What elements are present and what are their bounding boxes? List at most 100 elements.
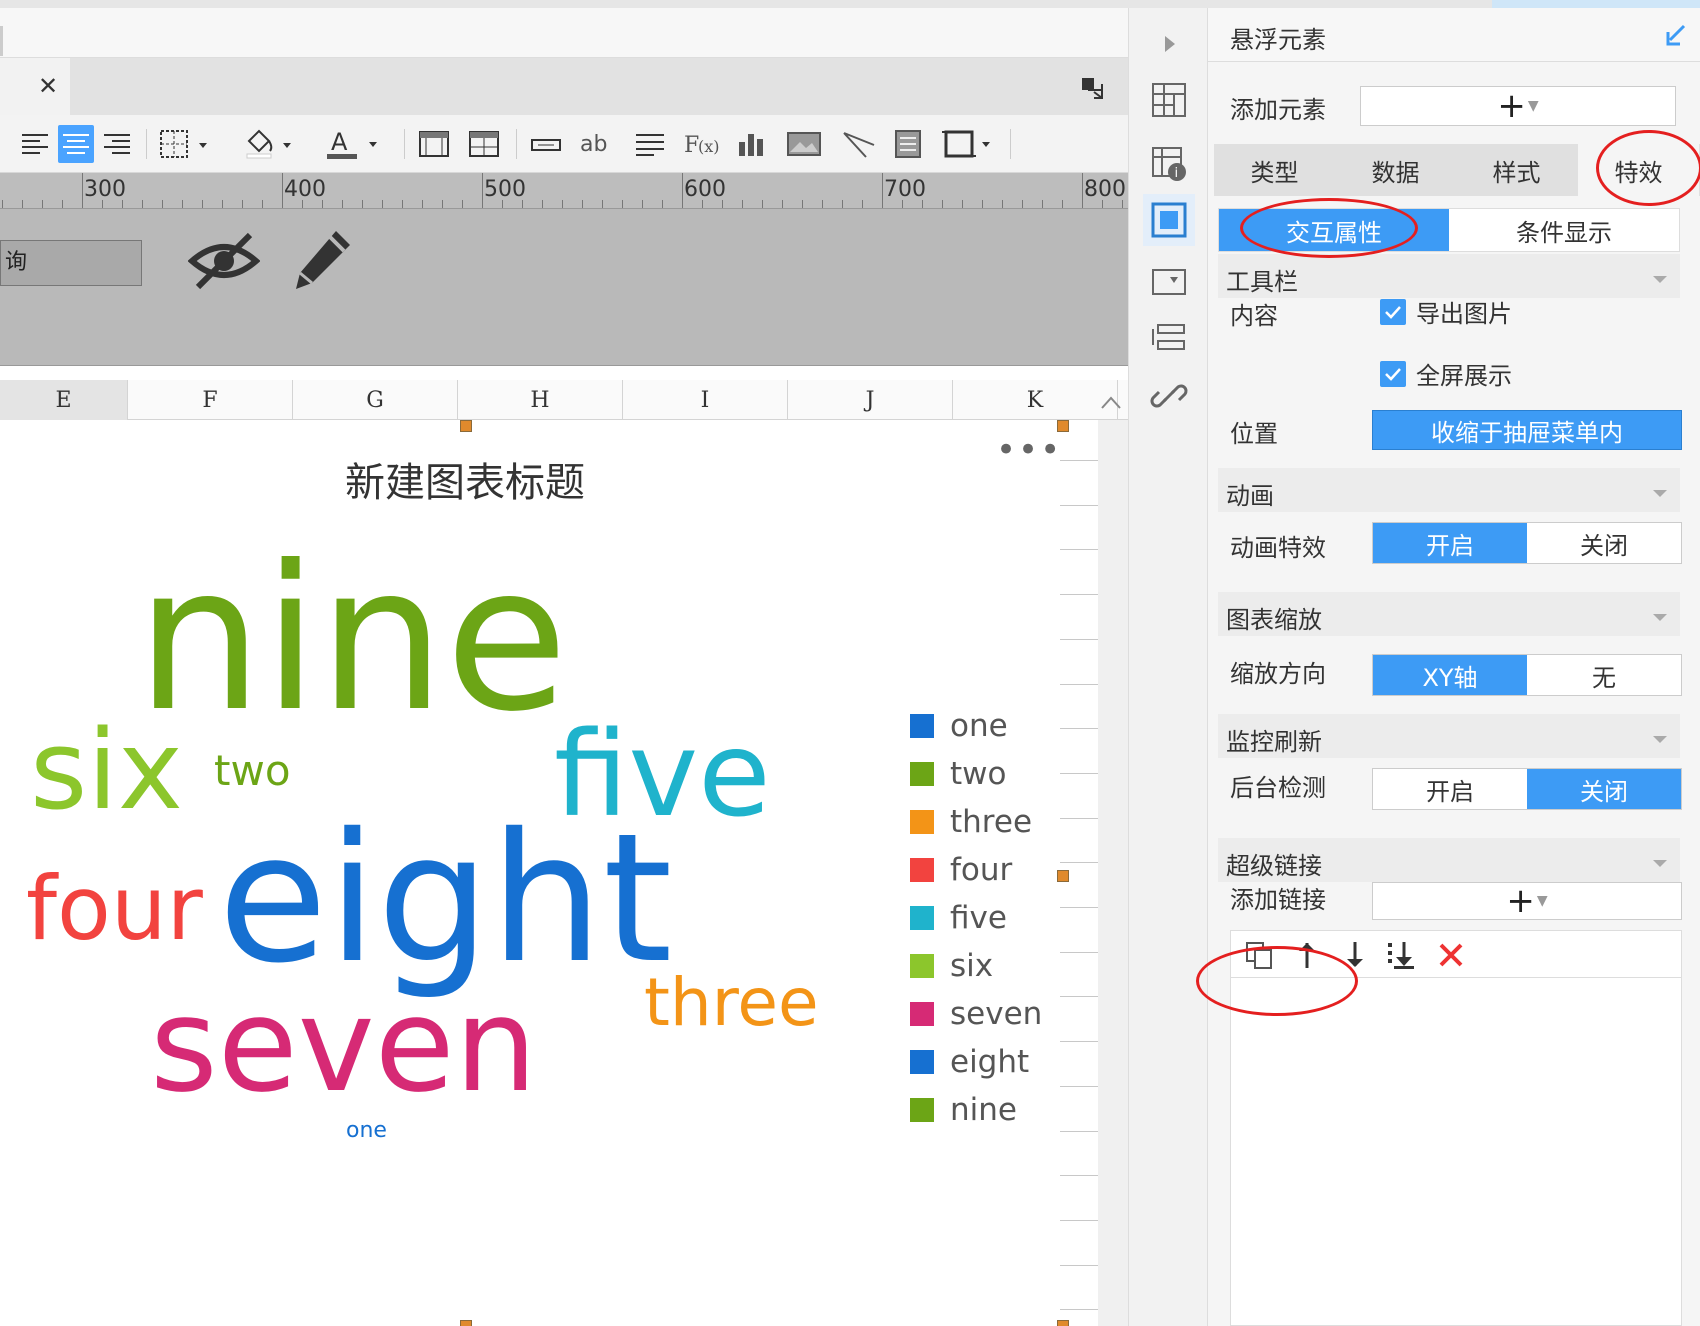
section-animation[interactable]: 动画 bbox=[1218, 468, 1680, 512]
column-header-g[interactable]: G bbox=[293, 380, 458, 420]
floating-element-icon[interactable] bbox=[1143, 194, 1195, 246]
background-check-on-option[interactable]: 开启 bbox=[1373, 769, 1527, 809]
move-up-icon[interactable] bbox=[1291, 939, 1323, 971]
section-toolbar[interactable]: 工具栏 bbox=[1218, 254, 1680, 298]
tab-type[interactable]: 类型 bbox=[1214, 144, 1335, 196]
legend-swatch bbox=[910, 714, 934, 738]
position-label: 位置 bbox=[1230, 420, 1278, 448]
layout-list-icon[interactable] bbox=[1143, 312, 1195, 364]
legend-item[interactable]: two bbox=[910, 754, 1006, 794]
resize-handle[interactable] bbox=[1057, 1320, 1069, 1326]
word-nine: nine bbox=[136, 523, 569, 756]
chart-title: 新建图表标题 bbox=[345, 460, 585, 506]
delete-icon[interactable] bbox=[1435, 939, 1467, 971]
move-to-bottom-icon[interactable] bbox=[1385, 939, 1417, 971]
text-field-icon[interactable] bbox=[526, 125, 566, 163]
move-down-icon[interactable] bbox=[1339, 939, 1371, 971]
legend-item[interactable]: seven bbox=[910, 994, 1042, 1034]
bar-chart-icon[interactable] bbox=[732, 125, 772, 163]
form-icon[interactable] bbox=[888, 125, 928, 163]
legend-item[interactable]: one bbox=[910, 706, 1008, 746]
word-one: one bbox=[346, 1118, 387, 1143]
query-button[interactable]: 询 bbox=[0, 240, 142, 286]
resize-handle[interactable] bbox=[1057, 870, 1069, 882]
close-icon[interactable]: ✕ bbox=[38, 72, 58, 100]
legend-swatch bbox=[910, 810, 934, 834]
tab-conditional-display[interactable]: 条件显示 bbox=[1449, 209, 1679, 251]
split-cells-icon[interactable] bbox=[464, 125, 504, 163]
formula-icon[interactable]: F (x) bbox=[680, 125, 724, 163]
image-icon[interactable] bbox=[782, 125, 826, 163]
cell-attribute-icon[interactable] bbox=[1143, 74, 1195, 126]
format-toolbar: A ab F (x) bbox=[0, 115, 1128, 173]
resize-handle[interactable] bbox=[460, 420, 472, 432]
frame-dropdown-icon[interactable] bbox=[938, 125, 998, 163]
svg-text:i: i bbox=[1175, 166, 1179, 181]
animation-off-option[interactable]: 关闭 bbox=[1527, 523, 1681, 563]
column-header-j[interactable]: J bbox=[788, 380, 953, 420]
animation-effect-label: 动画特效 bbox=[1230, 534, 1326, 562]
align-left-icon[interactable] bbox=[18, 125, 52, 163]
merge-cells-icon[interactable] bbox=[414, 125, 454, 163]
more-options-icon[interactable]: ••• bbox=[996, 430, 1062, 470]
tab-data[interactable]: 数据 bbox=[1335, 144, 1456, 196]
background-check-off-option[interactable]: 关闭 bbox=[1527, 769, 1681, 809]
column-header-f[interactable]: F bbox=[128, 380, 293, 420]
pin-arrow-icon[interactable] bbox=[1664, 22, 1688, 52]
legend-label: nine bbox=[950, 1092, 1017, 1128]
formula-bar[interactable] bbox=[0, 8, 1128, 58]
section-hyperlink[interactable]: 超级链接 bbox=[1218, 838, 1680, 882]
legend-item[interactable]: four bbox=[910, 850, 1012, 890]
copy-icon[interactable] bbox=[1243, 939, 1275, 971]
animation-on-option[interactable]: 开启 bbox=[1373, 523, 1527, 563]
text-ab-icon[interactable]: ab bbox=[576, 125, 620, 163]
column-header-e[interactable]: E bbox=[0, 380, 128, 420]
tab-effects[interactable]: 特效 bbox=[1578, 144, 1699, 196]
expand-arrow-icon[interactable] bbox=[1143, 18, 1195, 70]
section-monitor-refresh[interactable]: 监控刷新 bbox=[1218, 714, 1680, 758]
legend-item[interactable]: six bbox=[910, 946, 993, 986]
legend-item[interactable]: five bbox=[910, 898, 1007, 938]
legend-label: seven bbox=[950, 996, 1043, 1032]
widget-icon[interactable] bbox=[1143, 256, 1195, 308]
paragraph-icon[interactable] bbox=[630, 125, 670, 163]
hidden-eye-icon[interactable] bbox=[187, 229, 261, 297]
column-header: EFGHIJK bbox=[0, 380, 1128, 420]
add-element-button[interactable]: + ▼ bbox=[1360, 86, 1676, 126]
slash-line-icon[interactable] bbox=[836, 125, 880, 163]
tab-style[interactable]: 样式 bbox=[1456, 144, 1577, 196]
column-header-h[interactable]: H bbox=[458, 380, 623, 420]
resize-handle[interactable] bbox=[460, 1320, 472, 1326]
zoom-direction-toggle: XY轴 无 bbox=[1372, 654, 1682, 696]
add-link-button[interactable]: + ▼ bbox=[1372, 881, 1682, 921]
legend-item[interactable]: eight bbox=[910, 1042, 1029, 1082]
cell-info-icon[interactable]: i bbox=[1143, 138, 1195, 190]
section-chart-zoom[interactable]: 图表缩放 bbox=[1218, 592, 1680, 636]
pencil-icon[interactable] bbox=[290, 227, 354, 297]
legend-item[interactable]: three bbox=[910, 802, 1032, 842]
link-icon[interactable] bbox=[1143, 370, 1195, 422]
add-icon: + bbox=[1506, 881, 1535, 921]
scroll-up-icon[interactable] bbox=[1098, 392, 1124, 414]
zoom-xy-option[interactable]: XY轴 bbox=[1373, 655, 1527, 695]
wordcloud-chart[interactable]: 新建图表标题 ••• nine six two five eight four three s… bbox=[0, 420, 1060, 1320]
font-color-dropdown-icon[interactable]: A bbox=[322, 125, 392, 163]
legend-item[interactable]: nine bbox=[910, 1090, 1017, 1130]
tab-interaction[interactable]: 交互属性 bbox=[1219, 209, 1449, 251]
fullscreen-checkbox[interactable]: 全屏展示 bbox=[1380, 356, 1512, 391]
vertical-scrollbar[interactable] bbox=[1098, 420, 1128, 1326]
column-header-i[interactable]: I bbox=[623, 380, 788, 420]
column-header-k[interactable]: K bbox=[953, 380, 1118, 420]
export-image-checkbox[interactable]: 导出图片 bbox=[1380, 294, 1512, 329]
resize-handle[interactable] bbox=[1057, 420, 1069, 432]
align-right-icon[interactable] bbox=[100, 125, 134, 163]
zoom-none-option[interactable]: 无 bbox=[1527, 655, 1681, 695]
border-dropdown-icon[interactable] bbox=[156, 125, 226, 163]
tab-active[interactable]: ✕ bbox=[0, 58, 70, 115]
caret-down-icon: ▼ bbox=[1536, 893, 1548, 909]
align-center-icon[interactable] bbox=[58, 125, 94, 163]
fill-color-dropdown-icon[interactable] bbox=[240, 125, 310, 163]
link-list[interactable] bbox=[1230, 978, 1682, 1326]
position-select[interactable]: 收缩于抽屉菜单内 bbox=[1372, 410, 1682, 450]
collapse-arrow-icon[interactable] bbox=[1080, 76, 1106, 102]
